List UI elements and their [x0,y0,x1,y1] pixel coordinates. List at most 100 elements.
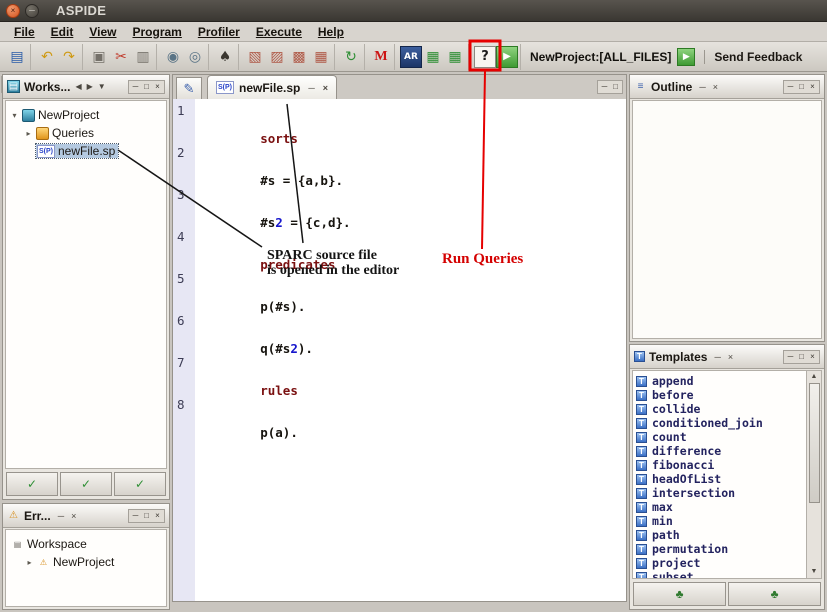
panel-maximize-icon[interactable]: □ [611,83,620,91]
panel-maximize-icon[interactable]: □ [797,352,806,361]
tree-item-queries[interactable]: ▸ Queries [8,124,164,142]
templates-window-controls: ─ □ × [783,349,820,364]
tab-close-icon[interactable]: × [728,352,733,362]
scrollbar-thumb[interactable] [808,383,820,503]
template-item[interactable]: T max [636,500,804,514]
template-item[interactable]: T before [636,388,804,402]
tab-minimize-icon[interactable]: ─ [58,511,64,521]
template-item[interactable]: T fibonacci [636,458,804,472]
panel-close-icon[interactable]: × [808,352,817,361]
panel-menu-icon[interactable]: ▼ [98,82,106,91]
magnifier-icon[interactable]: ◎ [184,46,206,68]
ar-icon[interactable]: AR [400,45,422,68]
run-program-icon[interactable]: ▶ [496,45,518,68]
editor-pencil-tab[interactable]: ✎ [176,77,202,99]
errors-item-label: NewProject [53,555,115,569]
template-item[interactable]: T project [636,556,804,570]
toolbar-glyph: ▥ [136,48,150,65]
answer-set-table-icon[interactable]: ▦ [422,46,444,68]
panel-minimize-icon[interactable]: ─ [786,82,795,91]
panel-close-icon[interactable]: × [808,82,817,91]
save-icon[interactable]: ▤ [6,46,28,68]
templates-panel-header: T Templates ─ × ─ □ × [630,345,824,369]
split-rule-icon[interactable]: ▩ [288,46,310,68]
menu-profiler[interactable]: Profiler [190,24,248,40]
project-selector[interactable]: NewProject:[ALL_FILES] [530,50,671,64]
menu-help[interactable]: Help [310,24,352,40]
templates-action-button-2[interactable]: ♣ [728,582,821,606]
panel-next-icon[interactable]: ▶ [87,82,93,91]
panel-close-icon[interactable]: × [153,82,162,91]
template-item[interactable]: T subset [636,570,804,578]
scroll-down-icon[interactable]: ▼ [811,566,818,578]
menu-program[interactable]: Program [124,24,189,40]
workspace-check-button-3[interactable]: ✓ [114,472,166,496]
paste-icon[interactable]: ▥ [132,46,154,68]
quick-fix-icon[interactable]: ▨ [266,46,288,68]
selected-tree-item[interactable]: S(P) newFile.sp [34,143,120,159]
panel-minimize-icon[interactable]: ─ [786,352,795,361]
panel-prev-icon[interactable]: ◀ [75,82,81,91]
workspace-check-button-2[interactable]: ✓ [60,472,112,496]
template-item[interactable]: T append [636,374,804,388]
templates-scrollbar[interactable]: ▲ ▼ [806,371,821,578]
tab-close-icon[interactable]: × [713,82,718,92]
dependency-graph-icon[interactable]: M [370,46,392,68]
tab-minimize-icon[interactable]: ─ [308,83,314,93]
redo-icon[interactable]: ↷ [58,46,80,68]
tree-item-newfile-sp[interactable]: S(P) newFile.sp [8,142,164,160]
code-line: 4 predicates [173,230,626,272]
collapse-toggle-icon[interactable]: ▸ [24,129,33,138]
menu-file[interactable]: File [6,24,43,40]
tab-newfile-sp[interactable]: S(P) newFile.sp ─ × [207,75,338,99]
template-item[interactable]: T headOfList [636,472,804,486]
tab-close-icon[interactable]: × [323,83,328,93]
window-minimize-button[interactable]: ─ [25,3,39,18]
code-area[interactable]: 1 sorts 2 #s = {a,b}. 3 #s2 = {c,d}. 4 p… [173,99,626,601]
tree-item-newproject[interactable]: ▾ NewProject [8,106,164,124]
template-item[interactable]: T intersection [636,486,804,500]
template-item[interactable]: T count [636,430,804,444]
tab-minimize-icon[interactable]: ─ [699,82,705,92]
template-item[interactable]: T min [636,514,804,528]
undo-icon[interactable]: ↶ [36,46,58,68]
template-item[interactable]: T collide [636,402,804,416]
errors-item-newproject[interactable]: ▸ ⚠ NewProject [9,553,163,571]
panel-minimize-icon[interactable]: ─ [131,82,140,91]
template-item[interactable]: T path [636,528,804,542]
scroll-up-icon[interactable]: ▲ [811,371,818,383]
expand-toggle-icon[interactable]: ▾ [10,111,19,120]
run-queries-icon[interactable]: ? [474,45,496,68]
find-in-file-icon[interactable]: ◉ [162,46,184,68]
errors-item-workspace[interactable]: ▤ Workspace [9,535,163,553]
merge-rule-icon[interactable]: ▦ [310,46,332,68]
template-item[interactable]: T conditioned_join [636,416,804,430]
template-item[interactable]: T permutation [636,542,804,556]
panel-minimize-icon[interactable]: ─ [600,83,609,91]
check-errors-icon[interactable]: ▧ [244,46,266,68]
tab-minimize-icon[interactable]: ─ [714,352,720,362]
answer-set-grid-icon[interactable]: ▦ [444,46,466,68]
template-item[interactable]: T difference [636,444,804,458]
copy-icon[interactable]: ▣ [88,46,110,68]
panel-maximize-icon[interactable]: □ [142,511,151,520]
tab-close-icon[interactable]: × [71,511,76,521]
cut-icon[interactable]: ✂ [110,46,132,68]
send-feedback-link[interactable]: Send Feedback [704,49,802,64]
menu-execute[interactable]: Execute [248,24,310,40]
panel-close-icon[interactable]: × [153,511,162,520]
refresh-icon[interactable]: ↻ [340,46,362,68]
ant-run-icon[interactable]: ♠ [214,46,236,68]
templates-action-button-1[interactable]: ♣ [633,582,726,606]
collapse-toggle-icon[interactable]: ▸ [25,558,34,567]
run-project-button[interactable]: ▶ [677,47,696,66]
queries-icon [36,126,49,140]
panel-maximize-icon[interactable]: □ [142,82,151,91]
menu-edit[interactable]: Edit [43,24,82,40]
menu-view[interactable]: View [81,24,124,40]
window-close-button[interactable]: × [6,3,20,18]
code-token: 2 [275,215,283,230]
panel-minimize-icon[interactable]: ─ [131,511,140,520]
panel-maximize-icon[interactable]: □ [797,82,806,91]
workspace-check-button-1[interactable]: ✓ [6,472,58,496]
